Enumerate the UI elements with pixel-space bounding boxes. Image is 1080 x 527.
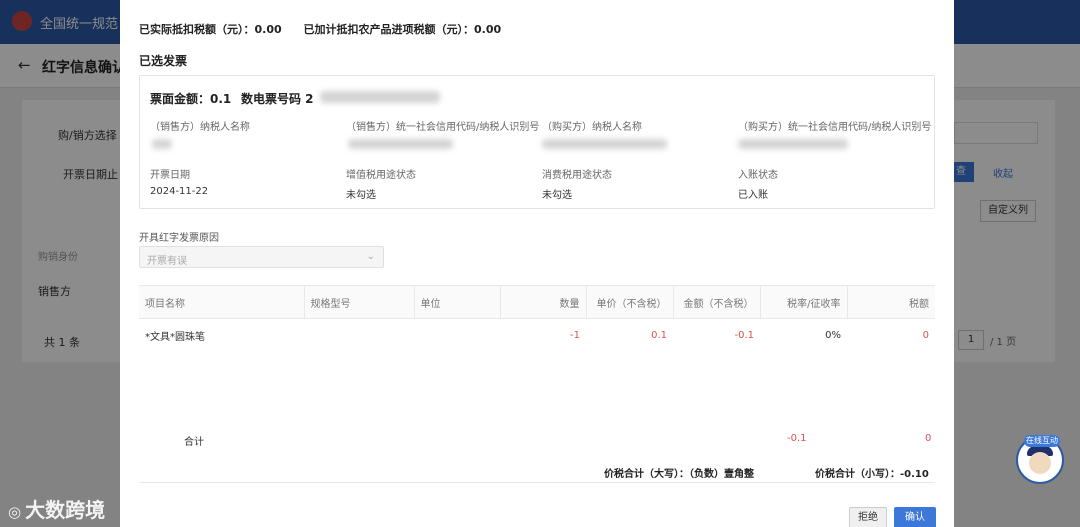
accounting-status-label: 入账状态 (738, 170, 778, 181)
watermark: ◎ 大数跨境 (8, 494, 105, 523)
watermark-logo-icon: ◎ (8, 503, 22, 521)
cell-amount: -0.1 (734, 329, 754, 341)
seller-tax-id-label: （销售方）统一社会信用代码/纳税人识别号 (346, 122, 540, 133)
cell-rate: 0% (825, 329, 841, 341)
col-qty: 数量 (500, 285, 587, 319)
chevron-down-icon: ⌄ (366, 251, 375, 262)
col-tax: 税额 (847, 285, 935, 319)
redacted-buyer-tax-id (738, 139, 848, 149)
invoice-card: 票面金额：0.1 数电票号码 2 （销售方）纳税人名称 （销售方）统一社会信用代… (139, 75, 935, 209)
total-tax: 0 (925, 433, 932, 444)
issue-date-label: 开票日期 (150, 170, 190, 181)
redacted-buyer-name (542, 139, 667, 149)
invoice-number: 数电票号码 2 (241, 92, 314, 106)
watermark-text: 大数跨境 (25, 498, 106, 522)
price-tax-total-upper: 价税合计（大写）：（负数）壹角整 (604, 469, 754, 480)
total-label: 合计 (184, 437, 204, 448)
price-tax-total-lower: 价税合计（小写）：-0.10 (815, 469, 929, 480)
col-amount: 金额（不含税） (673, 285, 761, 319)
redacted-seller-tax-id (348, 139, 453, 149)
consumption-tax-usage-label: 消费税用途状态 (542, 170, 612, 181)
vat-usage-label: 增值税用途状态 (346, 170, 416, 181)
red-invoice-confirm-dialog: 已实际抵扣税额（元）：0.00 已加计抵扣农产品进项税额（元）：0.00 已选发… (120, 0, 954, 527)
mascot-face-icon (1029, 452, 1051, 474)
red-reason-label: 开具红字发票原因 (139, 233, 219, 244)
agricultural-deduction-tax: 已加计抵扣农产品进项税额（元）：0.00 (303, 23, 502, 36)
accounting-status-value: 已入账 (738, 190, 768, 201)
reject-button[interactable]: 拒绝 (849, 507, 887, 527)
red-reason-select[interactable]: 开票有误 ⌄ (139, 246, 384, 268)
col-unit: 单位 (414, 285, 501, 319)
redacted-seller-name (152, 139, 172, 149)
col-price: 单价（不含税） (586, 285, 674, 319)
cell-price: 0.1 (651, 329, 667, 341)
seller-name-label: （销售方）纳税人名称 (150, 122, 250, 133)
buyer-tax-id-label: （购买方）统一社会信用代码/纳税人识别号 (738, 122, 932, 133)
table-row: *文具*圆珠笔 -1 0.1 -0.1 0% 0 (139, 319, 935, 352)
col-spec: 规格型号 (304, 285, 415, 319)
cell-qty: -1 (570, 329, 580, 341)
actual-deduction-tax: 已实际抵扣税额（元）：0.00 (139, 23, 282, 36)
redacted-number (320, 91, 440, 103)
total-amount: -0.1 (787, 433, 807, 444)
red-reason-placeholder: 开票有误 (147, 256, 187, 267)
invoice-amount: 票面金额：0.1 (150, 92, 232, 106)
online-service-mascot[interactable]: 在线互动 (1016, 435, 1064, 484)
mascot-tag: 在线互动 (1024, 435, 1060, 447)
vat-usage-value: 未勾选 (346, 190, 376, 201)
selected-invoice-title: 已选发票 (139, 54, 188, 68)
cell-tax: 0 (922, 329, 929, 341)
deduction-summary: 已实际抵扣税额（元）：0.00 已加计抵扣农产品进项税额（元）：0.00 (139, 21, 519, 37)
col-item-name: 项目名称 (139, 285, 305, 319)
table-header-row: 项目名称 规格型号 单位 数量 单价（不含税） 金额（不含税） 税率/征收率 税… (139, 285, 935, 319)
buyer-name-label: （购买方）纳税人名称 (542, 122, 642, 133)
cell-item-name: *文具*圆珠笔 (145, 331, 205, 343)
confirm-button[interactable]: 确认 (894, 507, 936, 527)
cell-unit (414, 319, 500, 352)
invoice-items-table: 项目名称 规格型号 单位 数量 单价（不含税） 金额（不含税） 税率/征收率 税… (139, 285, 935, 352)
col-rate: 税率/征收率 (760, 285, 848, 319)
summary-divider (139, 482, 935, 483)
cell-spec (304, 319, 414, 352)
issue-date-value: 2024-11-22 (150, 186, 209, 197)
consumption-tax-usage-value: 未勾选 (542, 190, 572, 201)
